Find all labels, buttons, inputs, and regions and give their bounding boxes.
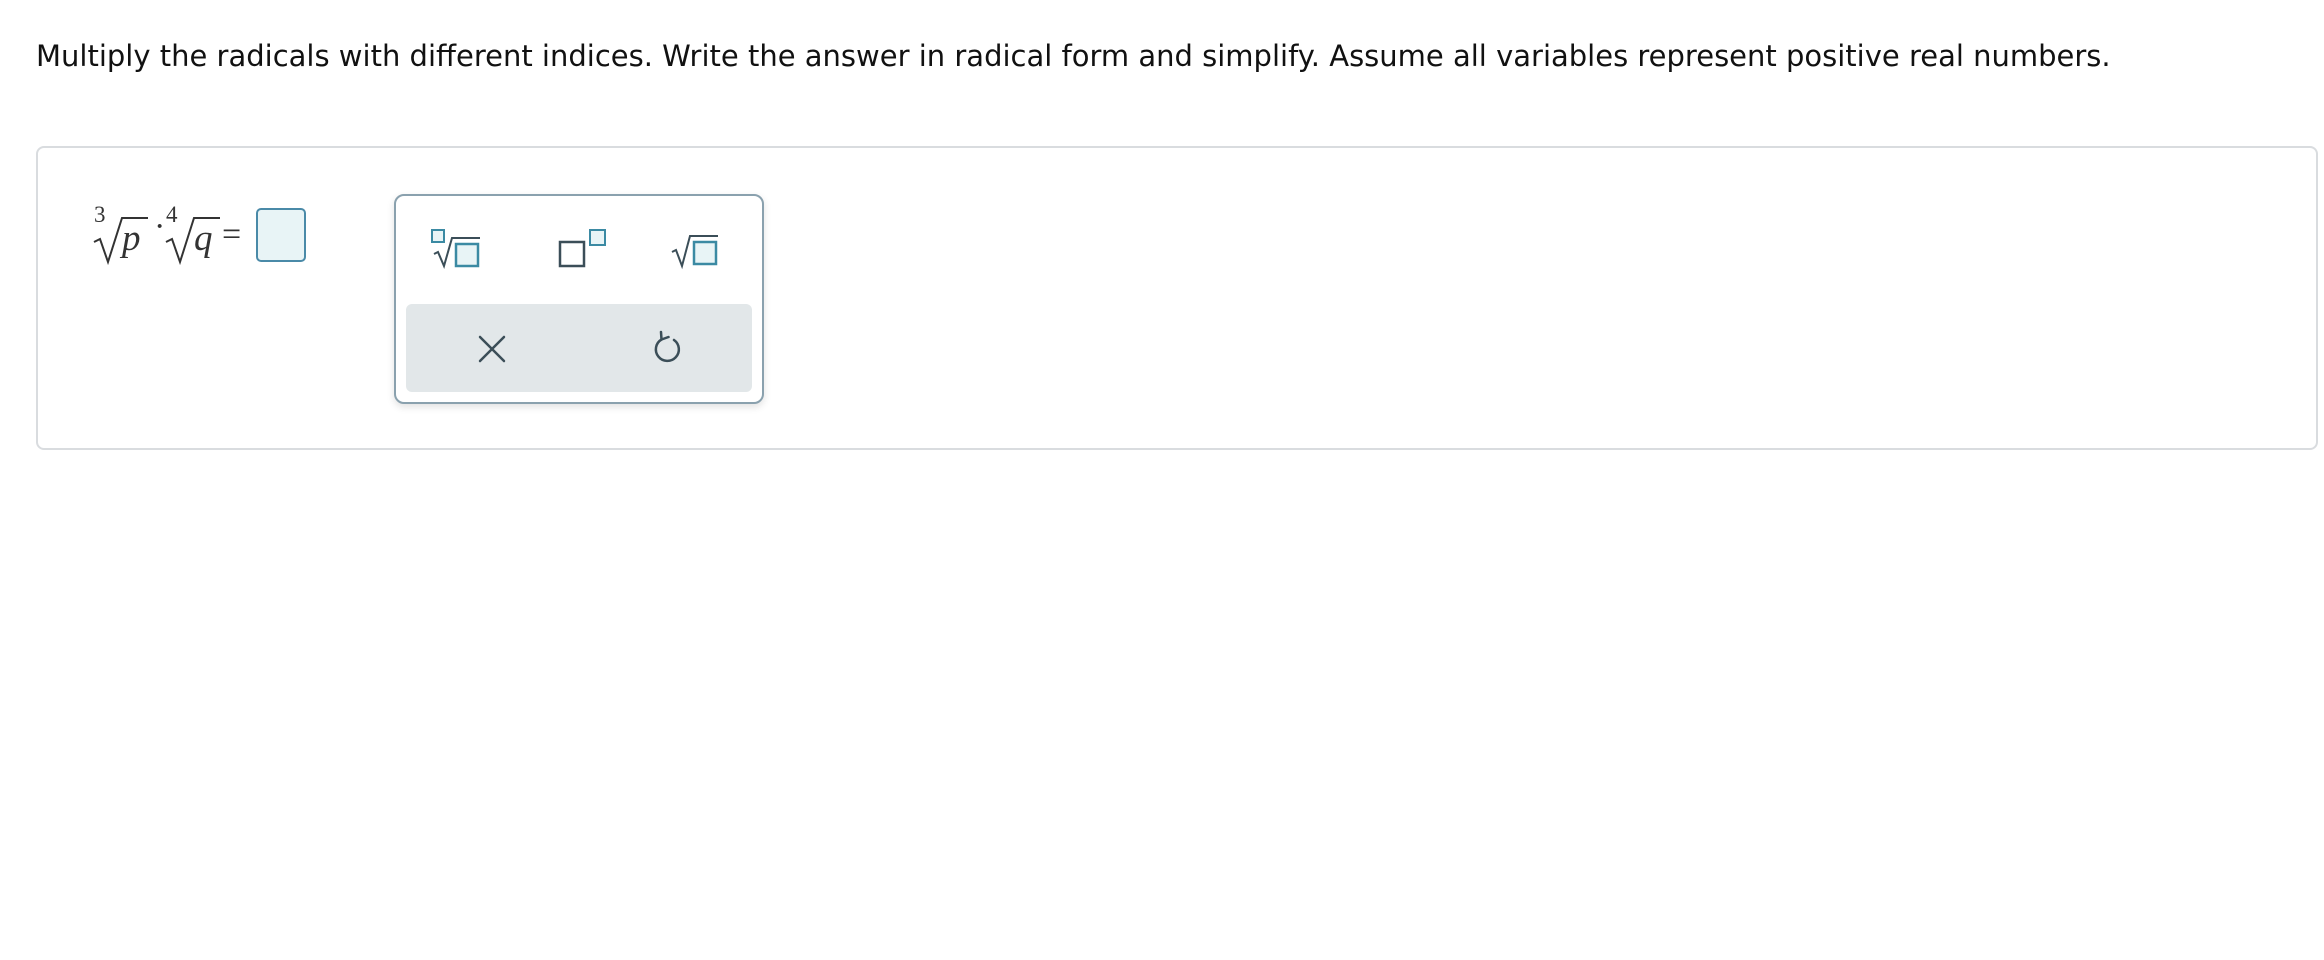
undo-icon bbox=[654, 330, 681, 363]
first-radicand: p bbox=[122, 218, 141, 259]
nth-root-button[interactable] bbox=[416, 214, 496, 280]
answer-input[interactable] bbox=[256, 208, 306, 262]
exponent-button[interactable] bbox=[540, 214, 620, 280]
clear-button[interactable] bbox=[452, 316, 532, 382]
exponent-icon bbox=[558, 229, 606, 268]
clear-icon bbox=[478, 335, 506, 363]
question-panel: 3 p · 4 q = bbox=[36, 146, 2318, 450]
instructions-text: Multiply the radicals with different ind… bbox=[36, 39, 2111, 73]
nth-root-icon bbox=[431, 229, 480, 269]
palette-action-bar bbox=[406, 304, 752, 392]
undo-button[interactable] bbox=[628, 316, 708, 382]
math-palette bbox=[394, 194, 764, 404]
square-root-icon bbox=[671, 235, 718, 270]
second-radicand: q bbox=[194, 218, 213, 259]
equals-sign: = bbox=[222, 216, 242, 253]
square-root-button[interactable] bbox=[658, 214, 738, 280]
